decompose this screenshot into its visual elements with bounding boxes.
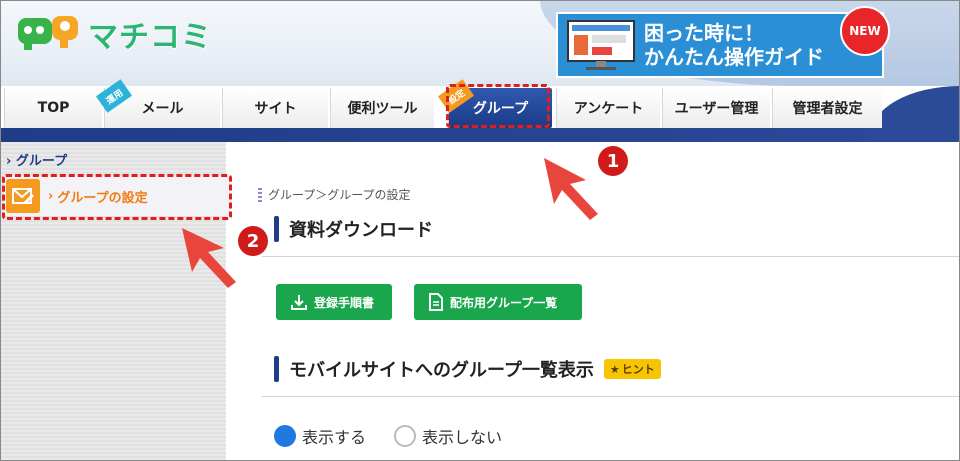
guide-line2: かんたん操作ガイド (644, 45, 824, 69)
chevron-right-icon: › (6, 154, 12, 169)
tab-user-management[interactable]: ユーザー管理 (662, 88, 770, 128)
monitor-icon (566, 19, 636, 71)
tab-tools-label: 便利ツール (347, 101, 418, 117)
section-mobile-display: モバイルサイトへのグループ一覧表示 ★ ヒント (274, 356, 661, 382)
tab-top[interactable]: TOP (4, 88, 102, 128)
guide-banner-text: 困った時に！ かんたん操作ガイド (644, 21, 824, 69)
radio-hide-label: 表示しない (422, 428, 503, 447)
annotation-marker-2: 2 (238, 226, 268, 256)
tab-site[interactable]: サイト (222, 88, 328, 128)
section-bar (274, 356, 279, 382)
section-download-title: 資料ダウンロード (289, 220, 433, 241)
radio-hide[interactable]: 表示しない (394, 424, 502, 448)
radio-unselected-icon[interactable] (394, 425, 417, 447)
annotation-marker-1: 1 (598, 146, 628, 176)
breadcrumb-dots-icon (258, 187, 262, 202)
logo-text: マチコミ (88, 20, 212, 55)
breadcrumb: グループ＞グループの設定 (258, 186, 411, 203)
logo-mark-icon (16, 14, 82, 54)
machicomi-logo[interactable]: マチコミ (16, 12, 212, 56)
site-header: マチコミ 困った時に！ かんたん操作ガイド NEW (0, 0, 960, 86)
section-bar (274, 216, 279, 242)
tab-tools[interactable]: 便利ツール (330, 88, 434, 128)
hint-button[interactable]: ★ ヒント (603, 359, 661, 379)
tab-user-management-label: ユーザー管理 (674, 101, 759, 117)
sidebar-heading-label: グループ (15, 154, 68, 169)
highlight-group-tab (446, 84, 550, 128)
distribution-list-label: 配布用グループ一覧 (450, 295, 558, 310)
radio-selected-icon[interactable] (274, 425, 296, 447)
radio-show[interactable]: 表示する (274, 424, 366, 448)
section-mobile-title: モバイルサイトへのグループ一覧表示 (289, 360, 594, 381)
star-icon: ★ (609, 362, 620, 376)
register-manual-button[interactable]: 登録手順書 (276, 284, 392, 320)
hint-label: ヒント (621, 363, 655, 376)
tab-admin-settings[interactable]: 管理者設定 (772, 88, 882, 128)
highlight-sidebar-item (2, 174, 232, 220)
display-radio-group: 表示する 表示しない (274, 424, 502, 448)
tab-site-label: サイト (254, 101, 297, 117)
divider (262, 396, 960, 397)
breadcrumb-text: グループ＞グループの設定 (268, 188, 411, 202)
tab-top-label: TOP (37, 100, 70, 116)
radio-show-label: 表示する (302, 428, 367, 447)
guide-banner[interactable]: 困った時に！ かんたん操作ガイド NEW (556, 6, 890, 78)
sidebar-heading: › グループ (6, 150, 67, 169)
tab-mail[interactable]: 運用 メール (95, 79, 220, 128)
tab-admin-settings-label: 管理者設定 (792, 101, 863, 117)
tab-survey-label: アンケート (573, 101, 644, 117)
new-badge: NEW (840, 6, 890, 56)
document-icon (429, 293, 443, 311)
divider (262, 256, 960, 257)
tab-survey[interactable]: アンケート (556, 88, 660, 128)
register-manual-label: 登録手順書 (314, 295, 375, 310)
annotation-arrow-2-icon (182, 228, 236, 288)
distribution-list-button[interactable]: 配布用グループ一覧 (414, 284, 582, 320)
section-download: 資料ダウンロード (274, 216, 433, 242)
tab-mail-label: メール (141, 101, 184, 117)
guide-line1: 困った時に！ (644, 21, 764, 45)
download-icon (291, 295, 307, 310)
nav-bottom-bar (0, 128, 960, 142)
